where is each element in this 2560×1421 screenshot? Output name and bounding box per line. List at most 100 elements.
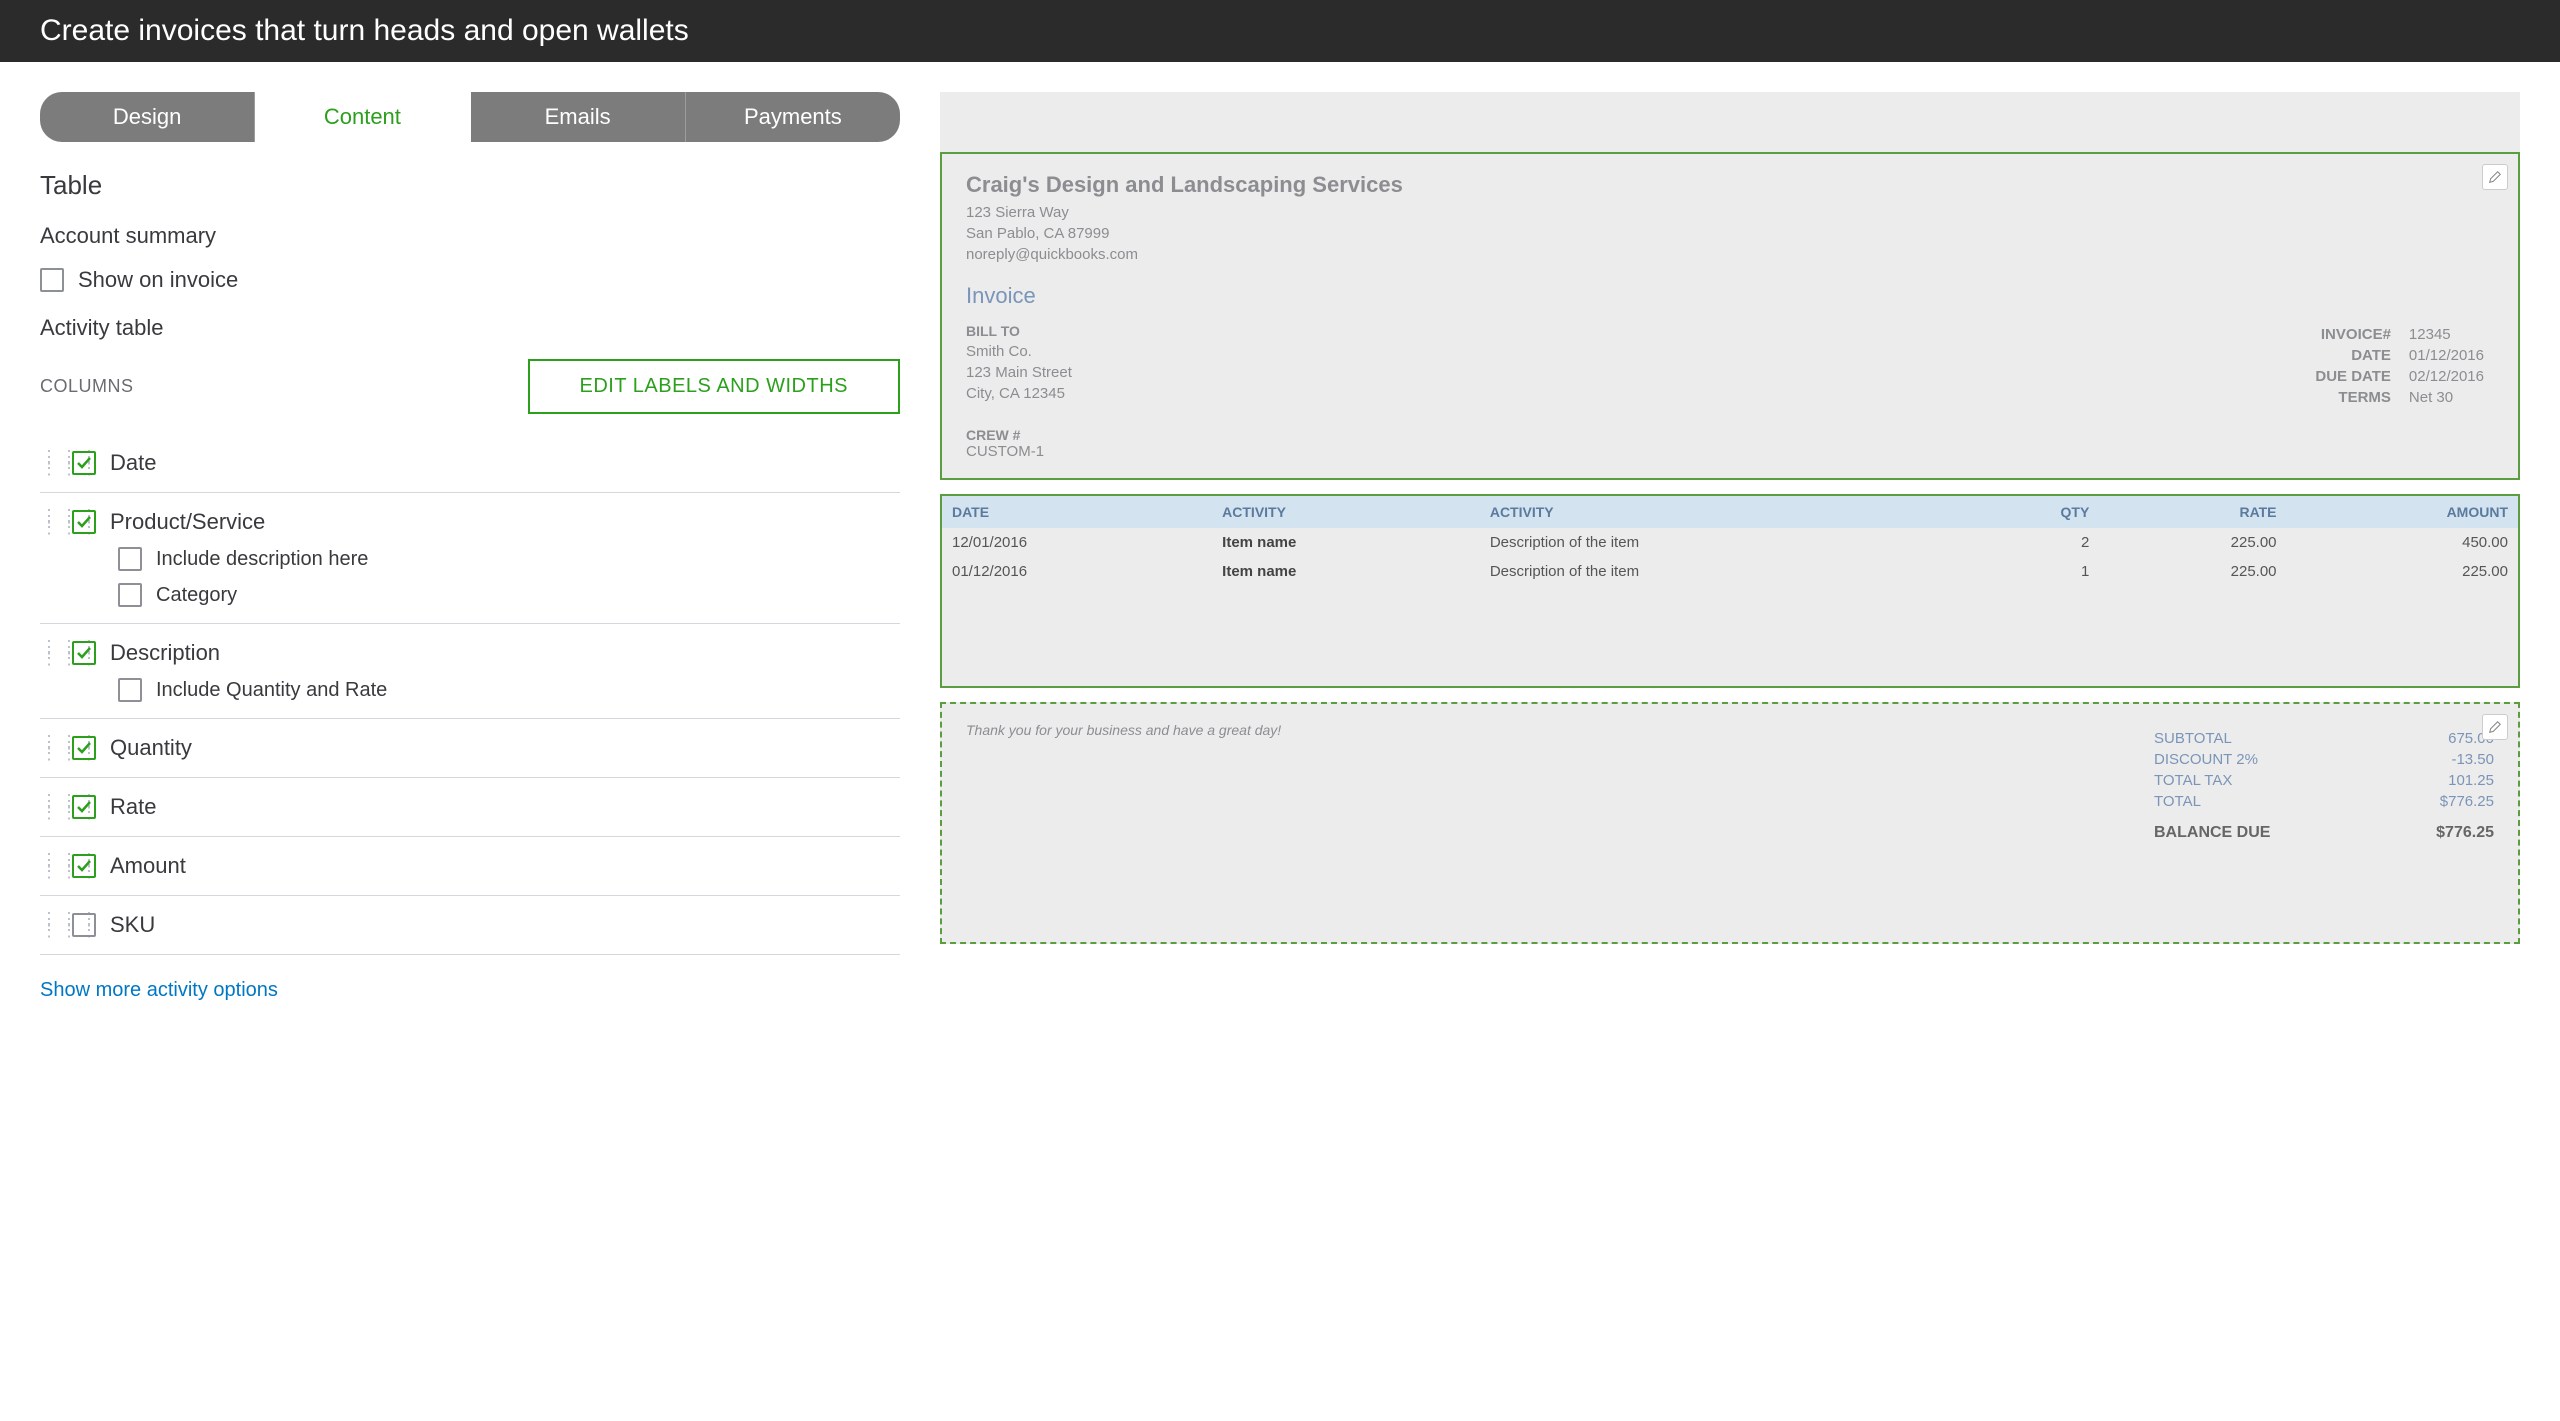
sub-label: Category: [156, 584, 237, 607]
sub-checkbox-incl-qty-rate[interactable]: [118, 678, 142, 702]
totals-value: 101.25: [2448, 772, 2494, 789]
show-on-invoice-label: Show on invoice: [78, 267, 238, 293]
table-header-cell: DATE: [942, 496, 1212, 528]
footer-spacer: [966, 844, 2494, 924]
show-on-invoice-checkbox[interactable]: [40, 268, 64, 292]
preview-footer-section[interactable]: Thank you for your business and have a g…: [940, 702, 2520, 944]
sub-option-category: Category: [118, 583, 900, 607]
tab-emails[interactable]: Emails: [471, 92, 686, 142]
drag-handle-icon[interactable]: ⋮⋮⋮ ⋮⋮⋮: [40, 452, 58, 474]
column-checkbox-description[interactable]: [72, 641, 96, 665]
column-item-main: ⋮⋮⋮ ⋮⋮⋮ SKU: [40, 912, 900, 938]
drag-handle-icon[interactable]: ⋮⋮⋮ ⋮⋮⋮: [40, 511, 58, 533]
table-cell: 450.00: [2287, 528, 2518, 557]
column-item-date: ⋮⋮⋮ ⋮⋮⋮ Date: [40, 434, 900, 493]
footer-row: Thank you for your business and have a g…: [966, 722, 2494, 844]
column-checkbox-date[interactable]: [72, 451, 96, 475]
table-cell: 225.00: [2099, 528, 2286, 557]
edit-footer-button[interactable]: [2482, 714, 2508, 740]
meta-key: DUE DATE: [2307, 367, 2399, 386]
sub-checkbox-category[interactable]: [118, 583, 142, 607]
edit-labels-widths-button[interactable]: EDIT LABELS AND WIDTHS: [528, 359, 900, 414]
preview-header-section[interactable]: Craig's Design and Landscaping Services …: [940, 152, 2520, 480]
drag-handle-icon[interactable]: ⋮⋮⋮ ⋮⋮⋮: [40, 737, 58, 759]
sub-label: Include Quantity and Rate: [156, 679, 387, 702]
table-cell: Item name: [1212, 528, 1480, 557]
meta-key: DATE: [2307, 346, 2399, 365]
meta-row: DUE DATE02/12/2016: [2307, 367, 2492, 386]
sub-option-incl-desc: Include description here: [118, 547, 900, 571]
thank-you-message: Thank you for your business and have a g…: [966, 722, 1281, 738]
table-cell: 1: [1961, 557, 2100, 586]
meta-row: DATE01/12/2016: [2307, 346, 2492, 365]
column-label: Date: [110, 450, 156, 476]
totals-row: SUBTOTAL675.00: [2154, 728, 2494, 749]
preview-table-section[interactable]: DATEACTIVITYACTIVITYQTYRATEAMOUNT 12/01/…: [940, 494, 2520, 688]
tab-content[interactable]: Content: [255, 92, 470, 142]
table-blank-space: [942, 586, 2518, 686]
table-cell: 225.00: [2099, 557, 2286, 586]
table-row: 01/12/2016Item nameDescription of the it…: [942, 557, 2518, 586]
meta-value: 01/12/2016: [2401, 346, 2492, 365]
sub-checkbox-incl-desc[interactable]: [118, 547, 142, 571]
account-summary-label: Account summary: [40, 223, 900, 249]
column-checkbox-product[interactable]: [72, 510, 96, 534]
meta-key: TERMS: [2307, 388, 2399, 407]
invoice-meta-table: INVOICE#12345DATE01/12/2016DUE DATE02/12…: [2305, 323, 2494, 409]
meta-row: INVOICE#12345: [2307, 325, 2492, 344]
column-item-product: ⋮⋮⋮ ⋮⋮⋮ Product/Service Include descriptio…: [40, 493, 900, 624]
meta-row: TERMSNet 30: [2307, 388, 2492, 407]
column-checkbox-sku[interactable]: [72, 913, 96, 937]
column-checkbox-quantity[interactable]: [72, 736, 96, 760]
column-item-amount: ⋮⋮⋮ ⋮⋮⋮Amount: [40, 837, 900, 896]
table-cell: 12/01/2016: [942, 528, 1212, 557]
show-more-link[interactable]: Show more activity options: [40, 979, 278, 1002]
column-checkbox-amount[interactable]: [72, 854, 96, 878]
totals-label: DISCOUNT 2%: [2154, 751, 2258, 768]
page-title: Create invoices that turn heads and open…: [40, 14, 689, 47]
table-cell: Description of the item: [1480, 528, 1961, 557]
activity-table: DATEACTIVITYACTIVITYQTYRATEAMOUNT 12/01/…: [942, 496, 2518, 586]
column-label: Rate: [110, 794, 156, 820]
drag-handle-icon[interactable]: ⋮⋮⋮ ⋮⋮⋮: [40, 796, 58, 818]
column-checkbox-rate[interactable]: [72, 795, 96, 819]
column-label: Description: [110, 640, 220, 666]
column-item-main: ⋮⋮⋮ ⋮⋮⋮ Date: [40, 450, 900, 476]
main-content: Design Content Emails Payments Table Acc…: [0, 62, 2560, 1032]
meta-value: Net 30: [2401, 388, 2492, 407]
column-item-rate: ⋮⋮⋮ ⋮⋮⋮ Rate: [40, 778, 900, 837]
column-label: Quantity: [110, 735, 192, 761]
meta-value: 02/12/2016: [2401, 367, 2492, 386]
balance-due-label: BALANCE DUE: [2154, 824, 2270, 842]
edit-header-button[interactable]: [2482, 164, 2508, 190]
tab-design[interactable]: Design: [40, 92, 255, 142]
drag-handle-icon[interactable]: ⋮⋮⋮ ⋮⋮⋮: [40, 914, 58, 936]
sub-label: Include description here: [156, 548, 368, 571]
activity-table-body: 12/01/2016Item nameDescription of the it…: [942, 528, 2518, 586]
column-item-main: ⋮⋮⋮ ⋮⋮⋮ Description: [40, 640, 900, 666]
table-row: 12/01/2016Item nameDescription of the it…: [942, 528, 2518, 557]
activity-table-header-row: DATEACTIVITYACTIVITYQTYRATEAMOUNT: [942, 496, 2518, 528]
table-header-cell: RATE: [2099, 496, 2286, 528]
settings-panel: Design Content Emails Payments Table Acc…: [40, 92, 900, 1002]
column-item-main: ⋮⋮⋮ ⋮⋮⋮ Product/Service: [40, 509, 900, 535]
pencil-icon: [2488, 720, 2502, 734]
table-header-cell: ACTIVITY: [1480, 496, 1961, 528]
tab-payments[interactable]: Payments: [686, 92, 900, 142]
drag-handle-icon[interactable]: ⋮⋮⋮ ⋮⋮⋮: [40, 855, 58, 877]
column-item-description: ⋮⋮⋮ ⋮⋮⋮ Description Include Quantity and R…: [40, 624, 900, 719]
drag-handle-icon[interactable]: ⋮⋮⋮ ⋮⋮⋮: [40, 642, 58, 664]
billto-name: Smith Co.: [966, 341, 1072, 362]
column-item-main: ⋮⋮⋮ ⋮⋮⋮ Rate: [40, 794, 900, 820]
billto-block: BILL TO Smith Co. 123 Main Street City, …: [966, 323, 1072, 409]
column-label: Product/Service: [110, 509, 265, 535]
totals-row: DISCOUNT 2%-13.50: [2154, 749, 2494, 770]
show-on-invoice-row: Show on invoice: [40, 267, 900, 293]
totals-block: SUBTOTAL675.00DISCOUNT 2%-13.50 TOTAL TAX…: [2154, 722, 2494, 844]
table-header-cell: ACTIVITY: [1212, 496, 1480, 528]
meta-key: INVOICE#: [2307, 325, 2399, 344]
totals-label: TOTAL TAX: [2154, 772, 2232, 789]
column-label: SKU: [110, 912, 155, 938]
table-cell: Description of the item: [1480, 557, 1961, 586]
activity-table-label: Activity table: [40, 315, 900, 341]
